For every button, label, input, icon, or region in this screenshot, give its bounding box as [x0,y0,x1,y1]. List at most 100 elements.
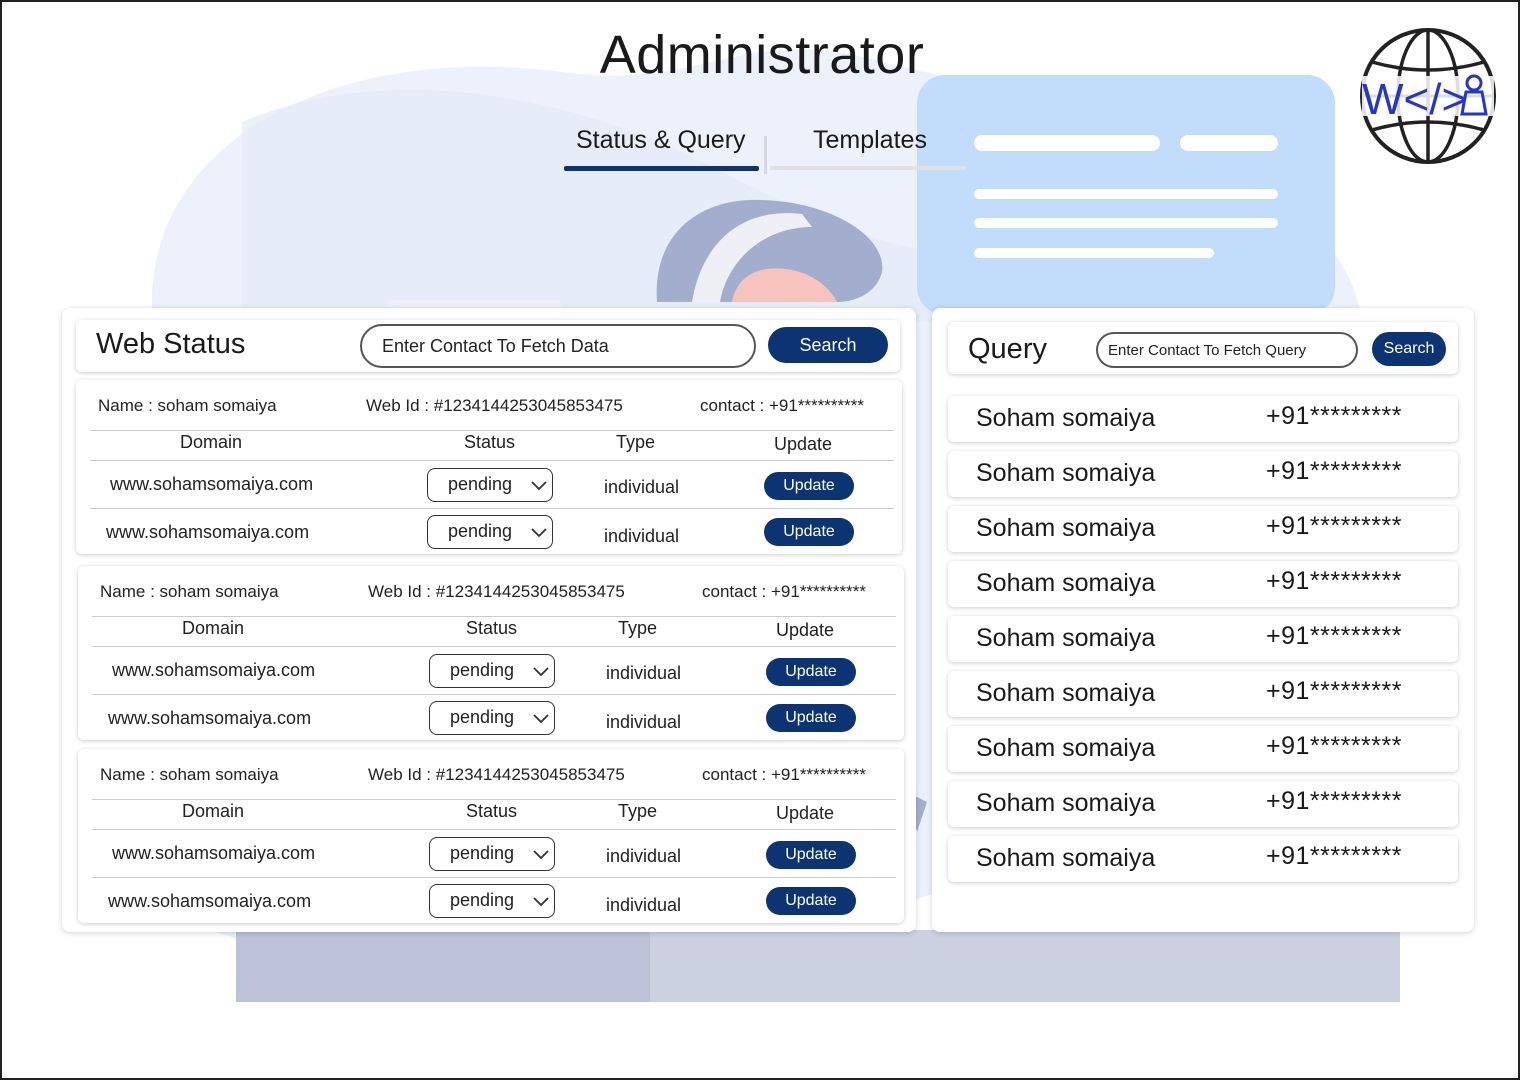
type-cell: individual [606,663,682,683]
record-name: Name : soham somaiya [100,582,279,601]
logo-text: W</> [1362,75,1467,124]
record-contact: contact : +91********** [700,396,864,415]
query-search-button[interactable]: Search [1372,332,1446,366]
status-dropdown[interactable]: pending [429,654,555,688]
domain-cell: www.sohamsomaiya.com [108,708,312,728]
divider [92,799,896,800]
domain-cell: www.sohamsomaiya.com [108,891,312,911]
query-search-input[interactable] [1096,332,1358,368]
record-web-id: Web Id : #1234144253045853475 [366,396,623,415]
record-contact: contact : +91********** [702,582,866,601]
query-list-item[interactable]: Soham somaiya +91********* [948,616,1458,662]
query-list-item[interactable]: Soham somaiya +91********* [948,726,1458,772]
status-dropdown[interactable]: pending [429,884,555,918]
query-panel: Query Search Soham somaiya +91********* … [932,308,1474,932]
chevron-down-icon [533,897,549,907]
divider [92,877,896,878]
type-cell: individual [606,712,682,732]
record-contact: contact : +91********** [702,765,866,784]
query-list-item[interactable]: Soham somaiya +91********* [948,781,1458,827]
column-header-update: Update [776,620,835,640]
globe-code-logo: W</> [1360,28,1496,164]
active-tab-indicator [564,166,759,171]
tab-bar: Status & Query Templates [562,126,972,174]
domain-cell: www.sohamsomaiya.com [110,474,314,494]
status-value: pending [450,890,515,910]
status-record-card: Name : soham somaiya Web Id : #123414425… [76,380,902,554]
record-name: Name : soham somaiya [98,396,277,415]
update-button[interactable]: Update [766,658,856,686]
record-web-id: Web Id : #1234144253045853475 [368,765,625,784]
web-status-header: Web Status Search [76,320,900,372]
status-value: pending [450,843,515,863]
chevron-down-icon [533,667,549,677]
column-header-type: Type [618,618,658,638]
domain-cell: www.sohamsomaiya.com [106,522,310,542]
query-list-item[interactable]: Soham somaiya +91********* [948,396,1458,442]
column-header-status: Status [464,432,516,452]
divider [92,694,896,695]
query-list-item[interactable]: Soham somaiya +91********* [948,506,1458,552]
divider [92,616,896,617]
column-header-status: Status [466,801,518,821]
column-header-domain: Domain [182,618,245,638]
update-button[interactable]: Update [766,887,856,915]
divider [92,646,896,647]
status-value: pending [450,660,515,680]
column-header-status: Status [466,618,518,638]
update-button[interactable]: Update [766,704,856,732]
query-contact: +91********* [1266,567,1402,595]
divider [90,508,894,509]
status-record-card: Name : soham somaiya Web Id : #123414425… [78,749,904,923]
status-dropdown[interactable]: pending [427,468,553,502]
web-status-title: Web Status [96,328,246,360]
query-contact: +91********* [1266,842,1402,870]
query-name: Soham somaiya [976,624,1156,652]
tab-divider [764,136,767,174]
update-button[interactable]: Update [764,472,854,500]
record-name: Name : soham somaiya [100,765,279,784]
record-web-id: Web Id : #1234144253045853475 [368,582,625,601]
status-value: pending [448,521,513,541]
domain-cell: www.sohamsomaiya.com [112,843,316,863]
chevron-down-icon [533,850,549,860]
status-dropdown[interactable]: pending [429,837,555,871]
query-contact: +91********* [1266,512,1402,540]
tab-status-query[interactable]: Status & Query [576,126,746,155]
type-cell: individual [604,526,680,546]
web-status-search-button[interactable]: Search [768,327,888,363]
update-button[interactable]: Update [764,518,854,546]
domain-cell: www.sohamsomaiya.com [112,660,316,680]
query-contact: +91********* [1266,677,1402,705]
query-name: Soham somaiya [976,569,1156,597]
query-name: Soham somaiya [976,459,1156,487]
query-contact: +91********* [1266,622,1402,650]
query-list-item[interactable]: Soham somaiya +91********* [948,451,1458,497]
query-list-item[interactable]: Soham somaiya +91********* [948,671,1458,717]
type-cell: individual [604,477,680,497]
divider [92,829,896,830]
query-header: Query Search [948,322,1458,374]
query-name: Soham somaiya [976,404,1156,432]
status-value: pending [448,474,513,494]
query-contact: +91********* [1266,402,1402,430]
column-header-domain: Domain [180,432,243,452]
query-name: Soham somaiya [976,844,1156,872]
contact-search-input[interactable] [360,324,756,368]
query-name: Soham somaiya [976,734,1156,762]
status-dropdown[interactable]: pending [427,515,553,549]
column-header-update: Update [774,434,833,454]
update-button[interactable]: Update [766,841,856,869]
web-status-panel: Web Status Search Name : soham somaiya W… [62,308,916,932]
query-list-item[interactable]: Soham somaiya +91********* [948,561,1458,607]
chevron-down-icon [531,528,547,538]
query-list-item[interactable]: Soham somaiya +91********* [948,836,1458,882]
query-name: Soham somaiya [976,514,1156,542]
tab-templates[interactable]: Templates [813,126,927,155]
query-contact: +91********* [1266,732,1402,760]
page-title: Administrator [599,25,925,85]
divider [90,430,894,431]
status-value: pending [450,707,515,727]
column-header-domain: Domain [182,801,245,821]
status-dropdown[interactable]: pending [429,701,555,735]
